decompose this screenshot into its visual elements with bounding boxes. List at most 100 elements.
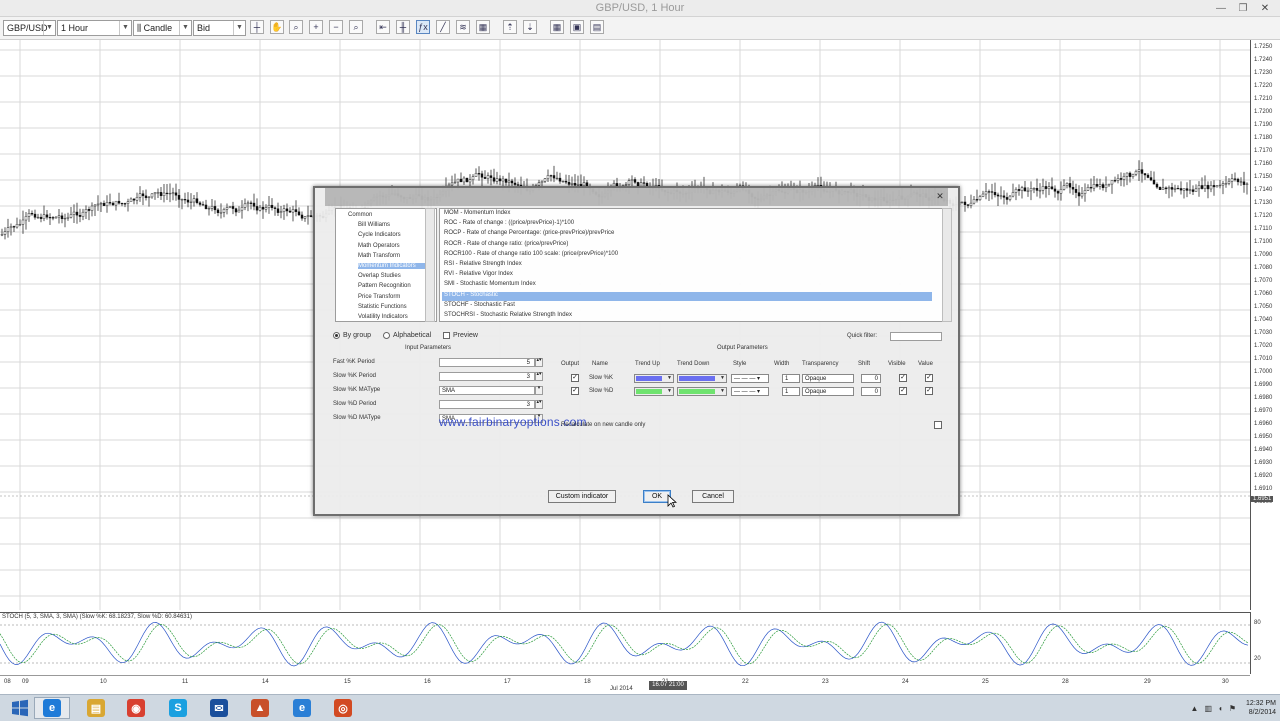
tree-item[interactable]: Cycle Indicators bbox=[358, 232, 401, 238]
buy-icon[interactable]: ⇡ bbox=[503, 20, 517, 34]
minimize-button[interactable]: — bbox=[1210, 0, 1232, 16]
param-input[interactable]: 3 bbox=[439, 372, 535, 381]
indicator-list-item[interactable]: RVI - Relative Vigor Index bbox=[444, 271, 513, 277]
crosshair-icon[interactable]: ┼ bbox=[250, 20, 264, 34]
fibonacci-icon[interactable]: ≋ bbox=[456, 20, 470, 34]
transparency-select[interactable]: Opaque bbox=[802, 374, 854, 383]
hand-icon[interactable]: ✋ bbox=[270, 20, 284, 34]
line-width-select[interactable]: 1 bbox=[782, 374, 800, 383]
indicator-list-item[interactable]: ROC - Rate of change : ((price/prevPrice… bbox=[444, 220, 574, 226]
param-input[interactable]: 5 bbox=[439, 358, 535, 367]
preview-checkbox[interactable]: Preview bbox=[443, 332, 478, 339]
tree-scrollbar[interactable] bbox=[425, 208, 435, 322]
tree-item[interactable]: Math Transform bbox=[358, 253, 400, 259]
indicators-icon[interactable]: ƒx bbox=[416, 20, 430, 34]
line-width-select[interactable]: 1 bbox=[782, 387, 800, 396]
custom-indicator-button[interactable]: Custom indicator bbox=[548, 490, 616, 503]
close-button[interactable]: ✕ bbox=[1254, 0, 1276, 16]
tree-item[interactable]: Statistic Functions bbox=[358, 304, 407, 310]
shift-input[interactable]: 0 bbox=[861, 374, 881, 383]
quick-filter-input[interactable] bbox=[890, 332, 942, 341]
save-icon[interactable]: ▤ bbox=[590, 20, 604, 34]
zoom-out-icon[interactable]: − bbox=[329, 20, 343, 34]
volume-icon[interactable]: ◖ bbox=[1218, 704, 1223, 713]
indicator-list-scrollbar[interactable] bbox=[942, 208, 952, 322]
print-icon[interactable]: ▦ bbox=[476, 20, 490, 34]
network-icon[interactable]: ▥ bbox=[1204, 704, 1212, 713]
spinner-icon[interactable]: ▴▾ bbox=[535, 372, 543, 381]
price-side-select[interactable]: Bid ▼ bbox=[193, 20, 246, 36]
tree-item[interactable]: Bill Williams bbox=[358, 222, 390, 228]
param-input[interactable]: 3 bbox=[439, 400, 535, 409]
dialog-close-button[interactable]: ✕ bbox=[934, 190, 946, 202]
template-icon[interactable]: ▣ bbox=[570, 20, 584, 34]
tree-item[interactable]: Math Operators bbox=[358, 243, 400, 249]
indicator-list-item[interactable]: RSI - Relative Strength Index bbox=[444, 261, 522, 267]
taskbar-app-file-explorer[interactable]: ▤ bbox=[78, 697, 114, 719]
indicator-list-item[interactable]: ROCP - Rate of change Percentage: (price… bbox=[444, 230, 614, 236]
output-checkbox[interactable]: ✓ bbox=[571, 374, 579, 382]
taskbar-app-media-app[interactable]: ◎ bbox=[325, 697, 361, 719]
indicator-list-item[interactable]: STOCHRSI - Stochastic Relative Strength … bbox=[444, 312, 572, 318]
cancel-button[interactable]: Cancel bbox=[692, 490, 734, 503]
grid-icon[interactable]: ▦ bbox=[550, 20, 564, 34]
visible-checkbox[interactable]: ✓ bbox=[899, 387, 907, 395]
tree-item[interactable]: Common bbox=[348, 212, 372, 218]
timeframe-select[interactable]: 1 Hour ▼ bbox=[57, 20, 132, 36]
drawing-icon[interactable]: ╱ bbox=[436, 20, 450, 34]
zoom-reset-icon[interactable]: ⌕ bbox=[349, 20, 363, 34]
indicator-list-item[interactable]: STOCHF - Stochastic Fast bbox=[444, 302, 515, 308]
trend-down-color-select[interactable]: ▼ bbox=[677, 387, 727, 396]
scroll-left-icon[interactable]: ⇤ bbox=[376, 20, 390, 34]
taskbar-app-internet-explorer-2[interactable]: e bbox=[284, 697, 320, 719]
recalculate-checkbox[interactable] bbox=[934, 421, 942, 429]
bars-icon[interactable]: ╫ bbox=[396, 20, 410, 34]
up-arrow-icon[interactable]: ▲ bbox=[1191, 704, 1199, 713]
indicator-list[interactable]: MOM - Momentum Index ROC - Rate of change… bbox=[439, 208, 943, 322]
symbol-select[interactable]: GBP/USD ▼ bbox=[3, 20, 56, 36]
stochastic-pane[interactable] bbox=[0, 612, 1250, 676]
line-style-select[interactable]: — — — ▾ bbox=[731, 387, 769, 396]
trend-up-color-select[interactable]: ▼ bbox=[634, 387, 674, 396]
taskbar-app-trading-app[interactable]: ▲ bbox=[242, 697, 278, 719]
spinner-icon[interactable]: ▴▾ bbox=[535, 400, 543, 409]
tree-item[interactable]: Volatility Indicators bbox=[358, 314, 408, 320]
taskbar-app-chrome[interactable]: ◉ bbox=[118, 697, 154, 719]
sell-icon[interactable]: ⇣ bbox=[523, 20, 537, 34]
trend-up-color-select[interactable]: ▼ bbox=[634, 374, 674, 383]
value-checkbox[interactable]: ✓ bbox=[925, 374, 933, 382]
indicator-list-item[interactable]: ROCR100 - Rate of change ratio 100 scale… bbox=[444, 251, 618, 257]
tree-item[interactable]: Pattern Recognition bbox=[358, 283, 411, 289]
output-checkbox[interactable]: ✓ bbox=[571, 387, 579, 395]
view-by-group-radio[interactable]: By group bbox=[333, 332, 371, 339]
visible-checkbox[interactable]: ✓ bbox=[899, 374, 907, 382]
indicator-list-item[interactable]: MOM - Momentum Index bbox=[444, 210, 510, 216]
zoom-fit-icon[interactable]: ⌕ bbox=[289, 20, 303, 34]
flag-icon[interactable]: ⚑ bbox=[1229, 704, 1236, 713]
tree-item[interactable]: Overlap Studies bbox=[358, 273, 401, 279]
indicator-list-item[interactable]: STOCH - Stochastic bbox=[444, 292, 498, 298]
param-input[interactable]: SMA bbox=[439, 386, 535, 395]
chevron-down-icon[interactable]: ▾ bbox=[535, 386, 543, 395]
taskbar-app-internet-explorer[interactable]: e bbox=[34, 697, 70, 719]
chart-type-select[interactable]: ⫼ Candle ▼ bbox=[133, 20, 192, 36]
indicator-list-item[interactable]: ROCR - Rate of change ratio: (price/prev… bbox=[444, 241, 568, 247]
indicator-group-tree[interactable]: Common Bill Williams Cycle Indicators Math … bbox=[335, 208, 437, 322]
clock[interactable]: 12:32 PM 8/2/2014 bbox=[1246, 699, 1276, 717]
taskbar-app-skype[interactable]: S bbox=[160, 697, 196, 719]
spinner-icon[interactable]: ▴▾ bbox=[535, 358, 543, 367]
tree-item[interactable]: Price Transform bbox=[358, 294, 400, 300]
view-alphabetical-radio[interactable]: Alphabetical bbox=[383, 332, 431, 339]
dialog-titlebar[interactable]: ✕ bbox=[325, 188, 948, 206]
value-checkbox[interactable]: ✓ bbox=[925, 387, 933, 395]
tree-item[interactable]: Momentum Indicators bbox=[358, 263, 426, 269]
taskbar-app-mail[interactable]: ✉ bbox=[201, 697, 237, 719]
zoom-in-icon[interactable]: + bbox=[309, 20, 323, 34]
restore-button[interactable]: ❐ bbox=[1232, 0, 1254, 16]
transparency-select[interactable]: Opaque bbox=[802, 387, 854, 396]
line-style-select[interactable]: — — — ▾ bbox=[731, 374, 769, 383]
indicator-list-item[interactable]: SMI - Stochastic Momentum Index bbox=[444, 281, 536, 287]
start-button[interactable] bbox=[2, 697, 38, 719]
shift-input[interactable]: 0 bbox=[861, 387, 881, 396]
trend-down-color-select[interactable]: ▼ bbox=[677, 374, 727, 383]
